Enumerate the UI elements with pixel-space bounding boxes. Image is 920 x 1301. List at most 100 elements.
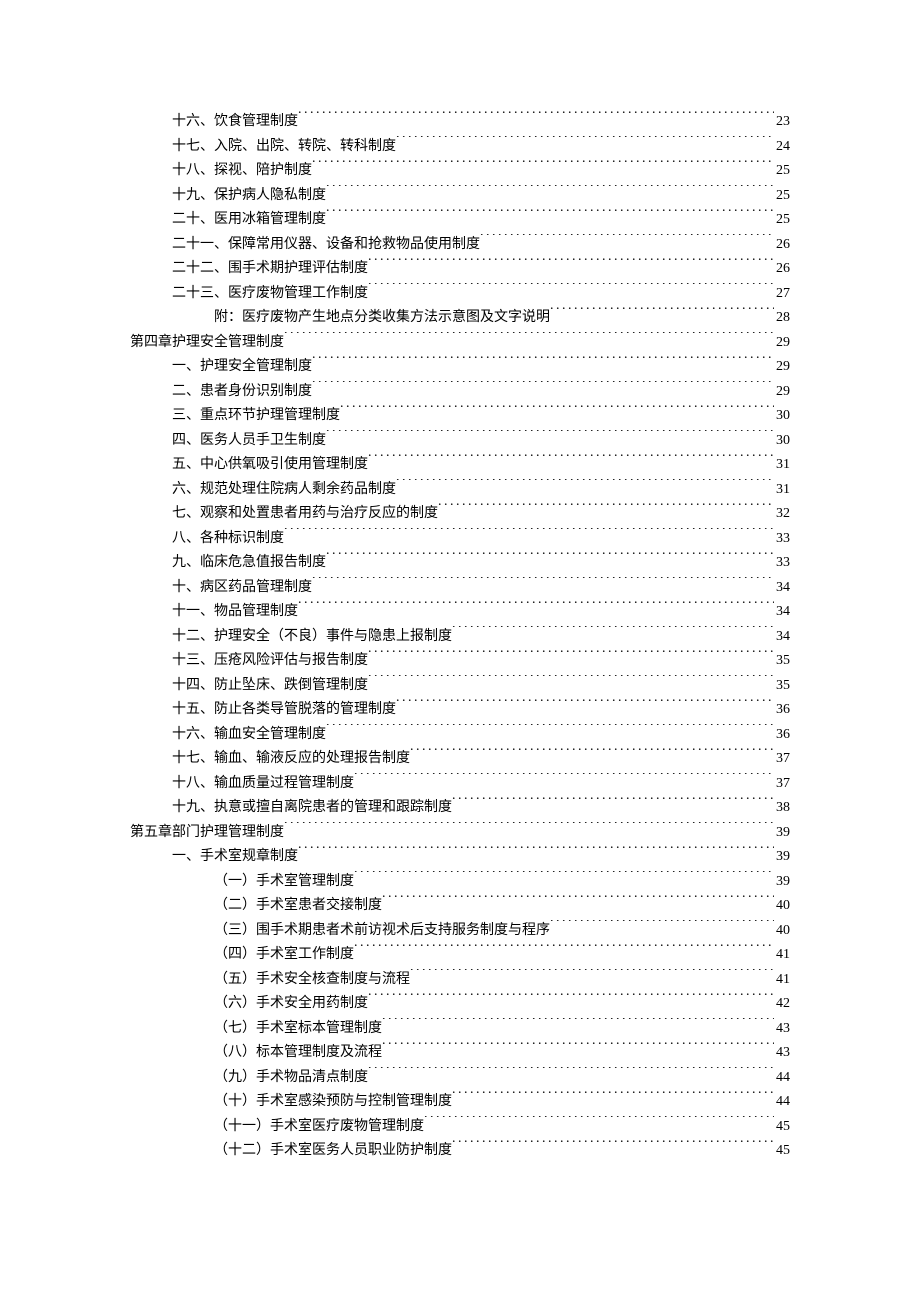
toc-entry-page: 30 bbox=[774, 429, 790, 454]
toc-leader-dots bbox=[438, 503, 774, 517]
toc-entry-title: 二十一、保障常用仪器、设备和抢救物品使用制度 bbox=[172, 233, 480, 258]
toc-leader-dots bbox=[326, 724, 774, 738]
toc-leader-dots bbox=[382, 1042, 774, 1056]
toc-leader-dots bbox=[354, 871, 774, 885]
toc-entry-title: （十一）手术室医疗废物管理制度 bbox=[214, 1115, 424, 1140]
toc-entry-page: 29 bbox=[774, 355, 790, 380]
toc-entry: 十八、探视、陪护制度25 bbox=[130, 159, 790, 184]
toc-entry-page: 43 bbox=[774, 1017, 790, 1042]
toc-entry-title: 二、患者身份识别制度 bbox=[172, 380, 312, 405]
toc-entry: 五、中心供氧吸引使用管理制度31 bbox=[130, 453, 790, 478]
toc-entry: 二十二、围手术期护理评估制度 26 bbox=[130, 257, 790, 282]
toc-entry-title: 十二、护理安全（不良）事件与隐患上报制度 bbox=[172, 625, 452, 650]
toc-entry-page: 36 bbox=[774, 698, 790, 723]
toc-entry-page: 39 bbox=[774, 845, 790, 870]
toc-entry: 十九、保护病人隐私制度 25 bbox=[130, 184, 790, 209]
toc-leader-dots bbox=[368, 283, 774, 297]
toc-entry: （二）手术室患者交接制度40 bbox=[130, 894, 790, 919]
toc-entry-title: （七）手术室标本管理制度 bbox=[214, 1017, 382, 1042]
toc-entry: 一、护理安全管理制度 29 bbox=[130, 355, 790, 380]
toc-entry: （一）手术室管理制度 39 bbox=[130, 870, 790, 895]
toc-leader-dots bbox=[354, 944, 774, 958]
toc-entry: 十三、压疮风险评估与报告制度 35 bbox=[130, 649, 790, 674]
toc-entry-title: 十四、防止坠床、跌倒管理制度 bbox=[172, 674, 368, 699]
toc-entry-title: 二十二、围手术期护理评估制度 bbox=[172, 257, 368, 282]
toc-leader-dots bbox=[550, 307, 774, 321]
toc-entry-title: 十七、输血、输液反应的处理报告制度 bbox=[172, 747, 410, 772]
toc-entry-page: 39 bbox=[774, 821, 790, 846]
toc-entry-page: 30 bbox=[774, 404, 790, 429]
toc-entry: （十一）手术室医疗废物管理制度 45 bbox=[130, 1115, 790, 1140]
toc-entry-title: （三）围手术期患者术前访视术后支持服务制度与程序 bbox=[214, 919, 550, 944]
toc-entry-title: 十五、防止各类导管脱落的管理制度 bbox=[172, 698, 396, 723]
toc-entry-page: 45 bbox=[774, 1115, 790, 1140]
toc-entry-page: 29 bbox=[774, 380, 790, 405]
toc-entry-page: 35 bbox=[774, 649, 790, 674]
toc-entry-page: 34 bbox=[774, 625, 790, 650]
table-of-contents: 十六、饮食管理制度23十七、入院、出院、转院、转科制度24十八、探视、陪护制度2… bbox=[130, 110, 790, 1164]
toc-entry: 十九、执意或擅自离院患者的管理和跟踪制度38 bbox=[130, 796, 790, 821]
toc-leader-dots bbox=[298, 111, 774, 125]
toc-leader-dots bbox=[298, 846, 774, 860]
toc-entry-title: 十六、饮食管理制度 bbox=[172, 110, 298, 135]
toc-entry-title: 十九、保护病人隐私制度 bbox=[172, 184, 326, 209]
toc-entry-page: 34 bbox=[774, 576, 790, 601]
toc-entry-page: 39 bbox=[774, 870, 790, 895]
toc-entry-page: 28 bbox=[774, 306, 790, 331]
toc-leader-dots bbox=[452, 1091, 774, 1105]
toc-entry-title: 六、规范处理住院病人剩余药品制度 bbox=[172, 478, 396, 503]
toc-entry-page: 40 bbox=[774, 894, 790, 919]
toc-entry-title: （五）手术安全核查制度与流程 bbox=[214, 968, 410, 993]
toc-entry: 第五章部门护理管理制度 39 bbox=[130, 821, 790, 846]
toc-entry-title: （九）手术物品清点制度 bbox=[214, 1066, 368, 1091]
toc-entry-title: 四、医务人员手卫生制度 bbox=[172, 429, 326, 454]
toc-leader-dots bbox=[452, 1140, 774, 1154]
toc-entry-page: 44 bbox=[774, 1090, 790, 1115]
toc-leader-dots bbox=[382, 1018, 774, 1032]
toc-leader-dots bbox=[396, 479, 774, 493]
toc-entry-title: 五、中心供氧吸引使用管理制度 bbox=[172, 453, 368, 478]
toc-entry: （八）标本管理制度及流程43 bbox=[130, 1041, 790, 1066]
toc-entry: （七）手术室标本管理制度 43 bbox=[130, 1017, 790, 1042]
toc-leader-dots bbox=[284, 332, 774, 346]
toc-entry-page: 36 bbox=[774, 723, 790, 748]
toc-entry-page: 25 bbox=[774, 184, 790, 209]
toc-leader-dots bbox=[410, 969, 774, 983]
toc-leader-dots bbox=[410, 748, 774, 762]
toc-entry-title: （一）手术室管理制度 bbox=[214, 870, 354, 895]
toc-entry: （三）围手术期患者术前访视术后支持服务制度与程序 40 bbox=[130, 919, 790, 944]
toc-entry: 十一、物品管理制度34 bbox=[130, 600, 790, 625]
toc-entry: 十四、防止坠床、跌倒管理制度35 bbox=[130, 674, 790, 699]
toc-entry-title: 十七、入院、出院、转院、转科制度 bbox=[172, 135, 396, 160]
toc-entry-title: 第五章部门护理管理制度 bbox=[130, 821, 284, 846]
toc-entry-title: 一、护理安全管理制度 bbox=[172, 355, 312, 380]
toc-leader-dots bbox=[480, 234, 774, 248]
toc-leader-dots bbox=[368, 1067, 774, 1081]
toc-leader-dots bbox=[368, 258, 774, 272]
toc-entry: 二十三、医疗废物管理工作制度27 bbox=[130, 282, 790, 307]
toc-leader-dots bbox=[452, 626, 774, 640]
toc-entry-title: 十一、物品管理制度 bbox=[172, 600, 298, 625]
toc-entry-title: 一、手术室规章制度 bbox=[172, 845, 298, 870]
toc-entry-page: 26 bbox=[774, 257, 790, 282]
toc-leader-dots bbox=[368, 454, 774, 468]
toc-entry-title: 十三、压疮风险评估与报告制度 bbox=[172, 649, 368, 674]
toc-entry-page: 41 bbox=[774, 968, 790, 993]
toc-entry-page: 40 bbox=[774, 919, 790, 944]
toc-entry: 四、医务人员手卫生制度 30 bbox=[130, 429, 790, 454]
toc-leader-dots bbox=[284, 528, 774, 542]
toc-entry: 十八、输血质量过程管理制度37 bbox=[130, 772, 790, 797]
toc-entry-title: 第四章护理安全管理制度 bbox=[130, 331, 284, 356]
toc-leader-dots bbox=[396, 699, 774, 713]
toc-entry: 六、规范处理住院病人剩余药品制度31 bbox=[130, 478, 790, 503]
toc-entry: 十七、入院、出院、转院、转科制度24 bbox=[130, 135, 790, 160]
toc-entry-page: 41 bbox=[774, 943, 790, 968]
toc-entry-title: 二十三、医疗废物管理工作制度 bbox=[172, 282, 368, 307]
toc-entry-title: 二十、医用冰箱管理制度 bbox=[172, 208, 326, 233]
toc-entry: （十）手术室感染预防与控制管理制度44 bbox=[130, 1090, 790, 1115]
toc-entry: 十六、饮食管理制度23 bbox=[130, 110, 790, 135]
toc-leader-dots bbox=[312, 356, 774, 370]
toc-entry-title: （四）手术室工作制度 bbox=[214, 943, 354, 968]
toc-entry: （四）手术室工作制度 41 bbox=[130, 943, 790, 968]
toc-leader-dots bbox=[396, 136, 774, 150]
